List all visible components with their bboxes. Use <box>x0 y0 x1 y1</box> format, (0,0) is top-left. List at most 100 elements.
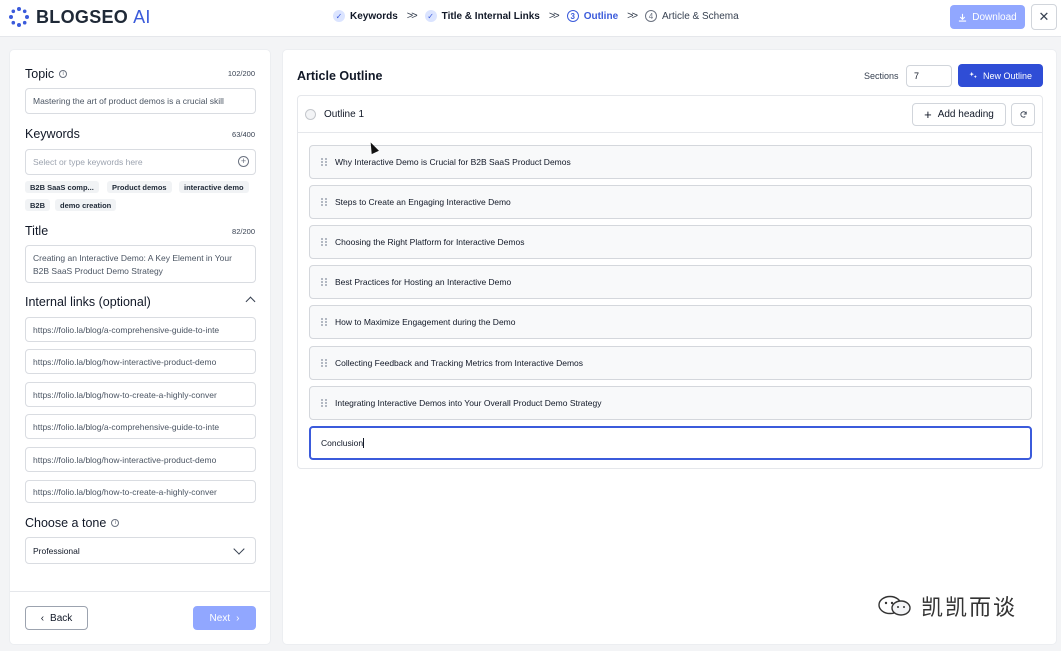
heading-text[interactable]: Collecting Feedback and Tracking Metrics… <box>335 358 583 368</box>
drag-handle-icon[interactable] <box>321 277 327 287</box>
chevron-down-icon <box>233 543 245 555</box>
settings-panel: Topic i 102/200 Mastering the art of prod… <box>9 49 271 645</box>
regenerate-button[interactable] <box>1011 103 1035 126</box>
new-outline-button[interactable]: New Outline <box>958 64 1043 87</box>
drag-handle-icon[interactable] <box>321 157 327 167</box>
outline-heading-item[interactable]: How to Maximize Engagement during the De… <box>309 305 1032 339</box>
step-label: Keywords <box>350 10 398 22</box>
topic-input[interactable]: Mastering the art of product demos is a … <box>25 88 256 114</box>
outline-heading-item[interactable]: Choosing the Right Platform for Interact… <box>309 225 1032 259</box>
step-label: Outline <box>583 10 619 22</box>
heading-input-text[interactable]: Conclusion <box>321 438 363 448</box>
internal-link-input[interactable]: https://folio.la/blog/a-comprehensive-gu… <box>25 414 256 439</box>
top-bar: BLOGSEO AI ✓ Keywords >> ✓ Title & Intern… <box>0 0 1061 37</box>
tone-select[interactable]: Professional <box>25 537 256 564</box>
plus-icon: + <box>924 106 932 122</box>
watermark-text: 凯凯而谈 <box>921 596 1018 621</box>
sections-label: Sections <box>864 71 899 81</box>
tone-label: Choose a tone i <box>25 516 120 530</box>
brand-name: BLOGSEO AI <box>36 6 151 27</box>
sparkle-icon <box>969 71 977 79</box>
outline-heading-item[interactable]: Why Interactive Demo is Crucial for B2B … <box>309 145 1032 179</box>
internal-link-input[interactable]: https://folio.la/blog/how-interactive-pr… <box>25 349 256 374</box>
keyword-chip[interactable]: B2B SaaS comp... <box>25 181 99 193</box>
stepper: ✓ Keywords >> ✓ Title & Internal Links >… <box>333 10 739 22</box>
outline-heading-item[interactable]: Best Practices for Hosting an Interactiv… <box>309 265 1032 299</box>
keyword-chip[interactable]: demo creation <box>55 199 117 211</box>
check-icon: ✓ <box>424 10 437 22</box>
internal-link-input[interactable]: https://folio.la/blog/how-to-create-a-hi… <box>25 480 256 503</box>
step-number-badge: 3 <box>566 10 579 22</box>
download-icon <box>959 13 967 22</box>
next-button[interactable]: Next › <box>193 606 256 630</box>
keyword-chip[interactable]: Product demos <box>107 181 172 193</box>
keyword-chip[interactable]: B2B <box>25 199 51 211</box>
outline-heading-item[interactable]: Collecting Feedback and Tracking Metrics… <box>309 346 1032 380</box>
step-title-internal-links[interactable]: ✓ Title & Internal Links <box>424 10 540 22</box>
outline-radio[interactable] <box>305 109 316 120</box>
chevron-double-right-icon: >> <box>548 10 560 22</box>
step-label: Title & Internal Links <box>441 10 540 22</box>
step-outline[interactable]: 3 Outline <box>566 10 619 22</box>
tone-value: Professional <box>33 545 80 556</box>
outline-heading-item[interactable]: Integrating Interactive Demos into Your … <box>309 386 1032 420</box>
title-input[interactable]: Creating an Interactive Demo: A Key Elem… <box>25 245 256 283</box>
internal-link-input[interactable]: https://folio.la/blog/how-to-create-a-hi… <box>25 382 256 407</box>
divider <box>10 591 270 592</box>
step-keywords[interactable]: ✓ Keywords <box>333 10 398 22</box>
drag-handle-icon[interactable] <box>321 237 327 247</box>
outline-heading-input[interactable]: Conclusion <box>309 426 1032 460</box>
heading-text[interactable]: Integrating Interactive Demos into Your … <box>335 398 601 408</box>
download-label: Download <box>972 11 1017 23</box>
chevron-left-icon: ‹ <box>40 612 45 624</box>
internal-links-label: Internal links (optional) <box>25 295 151 309</box>
refresh-icon <box>1019 111 1027 118</box>
heading-text[interactable]: Steps to Create an Engaging Interactive … <box>335 197 511 207</box>
outline-heading-item[interactable]: Steps to Create an Engaging Interactive … <box>309 185 1032 219</box>
step-label: Article & Schema <box>662 10 739 22</box>
close-icon: ✕ <box>1038 9 1050 24</box>
chevron-double-right-icon: >> <box>627 10 638 22</box>
heading-text[interactable]: Choosing the Right Platform for Interact… <box>335 237 524 247</box>
close-button[interactable]: ✕ <box>1031 4 1057 30</box>
add-heading-button[interactable]: + Add heading <box>912 103 1006 126</box>
title-label: Title <box>25 224 49 238</box>
outline-panel: Article Outline Sections 7 New Outline O… <box>282 49 1057 645</box>
heading-text[interactable]: How to Maximize Engagement during the De… <box>335 317 515 327</box>
outline-header: Outline 1 + Add heading <box>298 96 1042 133</box>
step-number-badge: 4 <box>645 10 657 22</box>
topic-label: Topic i <box>25 67 68 81</box>
download-button[interactable]: Download <box>950 5 1025 29</box>
logo-icon <box>9 7 29 27</box>
step-article-schema[interactable]: 4 Article & Schema <box>645 10 739 22</box>
add-circle-icon[interactable]: + <box>238 156 249 167</box>
keyword-chip[interactable]: interactive demo <box>179 181 249 193</box>
add-heading-label: Add heading <box>937 109 994 120</box>
title-counter: 82/200 <box>232 227 255 236</box>
heading-text[interactable]: Best Practices for Hosting an Interactiv… <box>335 277 511 287</box>
outline-card: Outline 1 + Add heading Why Interactive … <box>297 95 1043 469</box>
text-caret <box>363 438 365 448</box>
drag-handle-icon[interactable] <box>321 317 327 327</box>
article-outline-title: Article Outline <box>297 69 383 83</box>
logo[interactable]: BLOGSEO AI <box>8 6 151 28</box>
info-icon: i <box>59 70 68 78</box>
keywords-counter: 63/400 <box>232 130 255 139</box>
chevron-right-icon: › <box>236 612 240 624</box>
heading-text[interactable]: Why Interactive Demo is Crucial for B2B … <box>335 157 571 167</box>
outline-name: Outline 1 <box>324 109 365 120</box>
check-icon: ✓ <box>333 10 345 22</box>
drag-handle-icon[interactable] <box>321 358 327 368</box>
internal-link-input[interactable]: https://folio.la/blog/how-interactive-pr… <box>25 447 256 472</box>
internal-link-input[interactable]: https://folio.la/blog/a-comprehensive-gu… <box>25 317 256 342</box>
drag-handle-icon[interactable] <box>321 398 327 408</box>
keywords-placeholder: Select or type keywords here <box>33 157 143 167</box>
sections-input[interactable]: 7 <box>906 65 952 87</box>
drag-handle-icon[interactable] <box>321 197 327 207</box>
watermark: 凯凯而谈 <box>877 590 1017 622</box>
back-button[interactable]: ‹ Back <box>25 606 88 630</box>
wechat-icon <box>878 595 911 616</box>
keywords-input[interactable]: Select or type keywords here + <box>25 149 256 175</box>
back-label: Back <box>50 612 73 624</box>
chevron-up-icon[interactable] <box>245 296 256 307</box>
